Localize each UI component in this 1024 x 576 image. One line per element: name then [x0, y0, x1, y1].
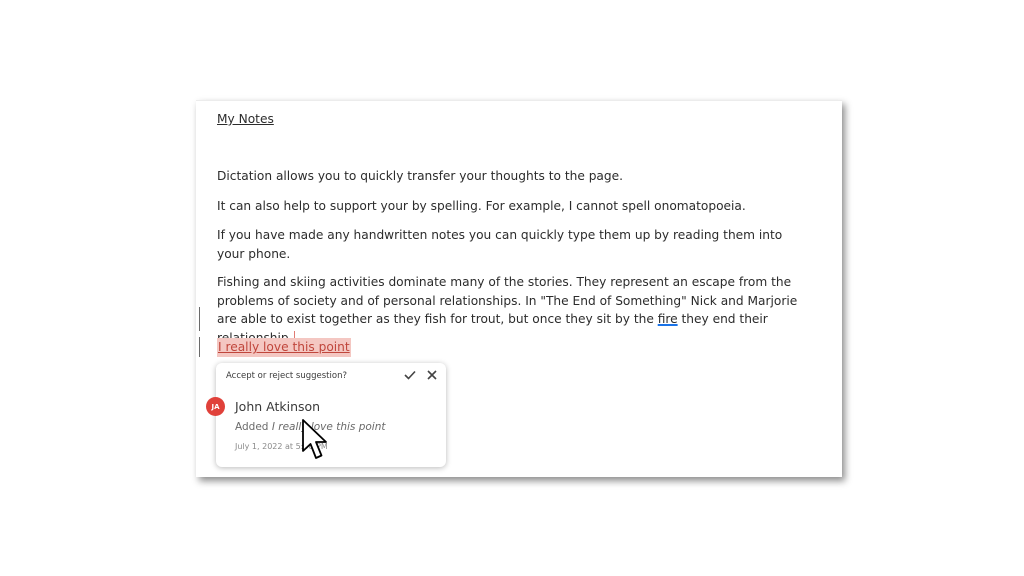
paragraph-3: If you have made any handwritten notes y… — [217, 228, 783, 261]
suggestion-card[interactable]: Accept or reject suggestion? JA John Atk… — [206, 363, 446, 467]
suggestion-description: Added I really love this point — [235, 421, 385, 433]
document-page: My Notes Dictation allows you to quickly… — [196, 100, 842, 477]
document-title: My Notes — [217, 112, 274, 126]
action-prefix: Added — [235, 421, 269, 433]
avatar[interactable]: JA — [206, 397, 225, 416]
paragraph-4: Fishing and skiing activities dominate m… — [217, 273, 815, 347]
change-bar — [199, 307, 200, 331]
check-icon — [404, 370, 416, 380]
close-icon — [427, 370, 437, 380]
suggested-insertion[interactable]: I really love this point — [217, 338, 351, 357]
paragraph-1: Dictation allows you to quickly transfer… — [217, 169, 624, 183]
accept-suggestion-button[interactable] — [402, 367, 418, 383]
author-name: John Atkinson — [235, 399, 321, 414]
added-text: I really love this point — [271, 421, 386, 433]
paragraph-2: It can also help to support your by spel… — [217, 199, 746, 213]
change-bar — [199, 337, 200, 357]
suggestion-timestamp: July 1, 2022 at 5:30 PM — [235, 442, 328, 451]
spellcheck-word[interactable]: fire — [658, 312, 678, 326]
reject-suggestion-button[interactable] — [424, 367, 440, 383]
